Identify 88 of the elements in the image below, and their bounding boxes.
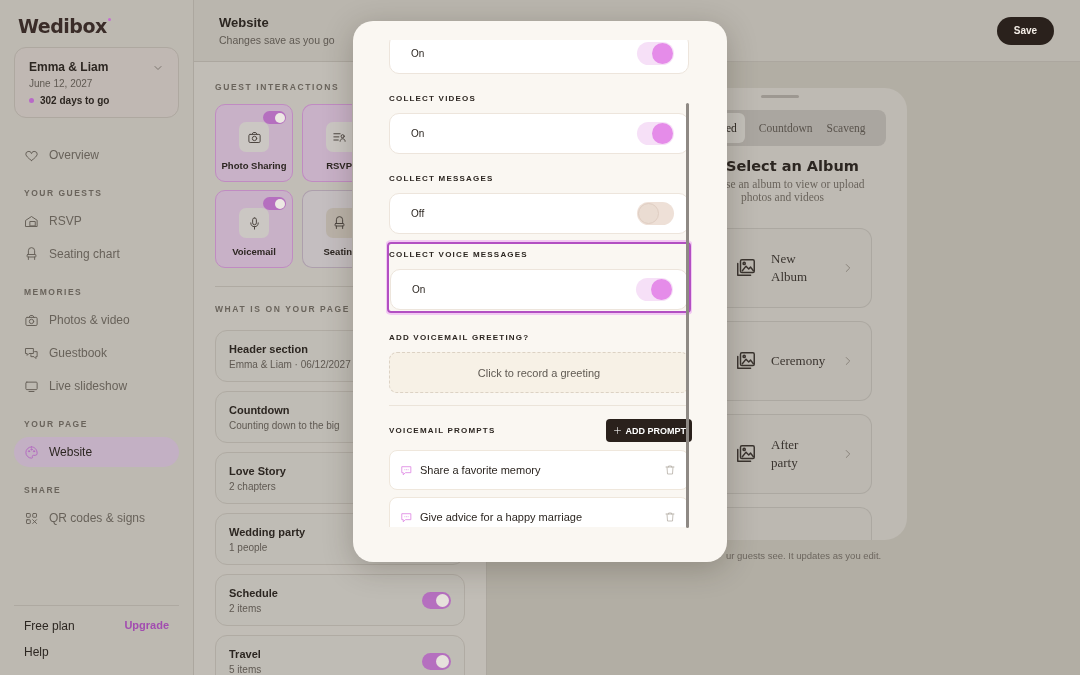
section-subtitle: 2 chapters xyxy=(229,480,277,492)
chat-icon xyxy=(24,345,39,361)
preview-caption: ur guests see. It updates as you edit. xyxy=(726,550,883,561)
save-button[interactable]: Save xyxy=(997,16,1054,45)
section-subtitle: Counting down to the big xyxy=(229,419,340,431)
section-heading: GUEST INTERACTIONS xyxy=(215,82,341,92)
add-prompt-button[interactable]: ADD PROMPT xyxy=(605,419,692,442)
setting-label: COLLECT VIDEOS xyxy=(389,94,478,103)
album-card[interactable]: Ceremony xyxy=(726,321,872,401)
trash-icon xyxy=(664,464,676,476)
nav-section-heading: YOUR GUESTS xyxy=(24,188,104,198)
section-title: Schedule xyxy=(229,586,278,599)
section-title: Travel xyxy=(229,647,262,660)
feature-tile[interactable]: Photo Sharing xyxy=(215,104,293,182)
event-card[interactable]: Emma & Liam June 12, 2027 302 days to go xyxy=(14,47,179,118)
nav-section-heading: MEMORIES xyxy=(24,287,84,297)
section-title: Header section xyxy=(229,342,309,355)
section-subtitle: 2 items xyxy=(229,602,263,614)
toggle-switch[interactable] xyxy=(422,652,451,670)
image-icon xyxy=(735,443,757,465)
toggle-switch[interactable] xyxy=(637,42,674,65)
setting-value: On xyxy=(411,48,425,59)
toggle-switch[interactable] xyxy=(263,111,286,124)
section-card[interactable]: Travel 5 items xyxy=(215,635,465,675)
palette-icon xyxy=(24,444,39,460)
qr-code-icon xyxy=(24,510,39,526)
couple-names: Emma & Liam xyxy=(29,60,109,74)
setting-label: COLLECT VOICE MESSAGES xyxy=(389,250,529,259)
section-subtitle: 1 people xyxy=(229,541,269,553)
drag-handle xyxy=(761,95,799,98)
album-name: Ceremony xyxy=(771,352,827,370)
prompt-item[interactable]: Give advice for a happy marriage xyxy=(389,497,689,527)
scrollbar[interactable] xyxy=(686,103,689,528)
setting-value: On xyxy=(412,284,426,295)
logo-dot-icon xyxy=(107,18,111,21)
help-link[interactable]: Help xyxy=(24,645,169,659)
setting-value: Off xyxy=(411,208,425,219)
nav-section-heading: SHARE xyxy=(24,485,63,495)
chair-icon xyxy=(331,215,347,231)
album-card[interactable]: New Album xyxy=(726,228,872,308)
countdown-text: 302 days to go xyxy=(40,95,110,106)
camera-icon xyxy=(24,312,39,328)
tile-label: Seatin xyxy=(323,246,352,257)
preview-title: Select an Album xyxy=(726,158,860,174)
toggle-switch[interactable] xyxy=(637,122,674,145)
toggle-switch[interactable] xyxy=(422,591,451,609)
tile-label: RSVP xyxy=(326,160,352,171)
chat-bubble-icon xyxy=(400,510,413,524)
plus-icon xyxy=(612,426,622,435)
image-icon xyxy=(735,350,757,372)
toggle-switch[interactable] xyxy=(637,202,674,225)
setting-value: On xyxy=(411,128,425,139)
trash-icon xyxy=(664,511,676,523)
image-icon xyxy=(735,257,757,279)
feature-tile[interactable]: Seatin xyxy=(302,190,352,268)
preview-subtitle: se an album to view or upload xyxy=(726,178,866,190)
monitor-icon xyxy=(24,378,39,394)
feature-tile[interactable]: Voicemail xyxy=(215,190,293,268)
section-title: Love Story xyxy=(229,464,286,477)
setting-label: COLLECT MESSAGES xyxy=(389,174,495,183)
album-card[interactable]: After party xyxy=(726,414,872,494)
page-subtitle: Changes save as you go xyxy=(219,34,335,46)
album-name: New Album xyxy=(771,250,809,286)
chair-icon xyxy=(24,246,39,262)
tile-label: Voicemail xyxy=(232,246,276,257)
section-subtitle: Emma & Liam · 06/12/2027 xyxy=(229,358,351,370)
prompt-item[interactable]: Share a favorite memory xyxy=(389,450,689,490)
chat-bubble-icon xyxy=(400,463,413,477)
record-greeting-button[interactable]: Click to record a greeting xyxy=(389,352,689,393)
logo: Wedibox xyxy=(18,15,107,37)
plan-label: Free plan xyxy=(24,619,75,633)
preview-subtitle: photos and videos xyxy=(741,191,826,203)
status-dot-icon xyxy=(29,98,34,103)
wedding-date: June 12, 2027 xyxy=(29,78,94,89)
album-name: After party xyxy=(771,436,800,472)
section-heading: WHAT IS ON YOUR PAGE xyxy=(215,304,351,314)
nav-section-heading: YOUR PAGE xyxy=(24,419,89,429)
nav-item[interactable]: Website xyxy=(14,437,179,467)
toggle-switch[interactable] xyxy=(263,197,286,210)
section-card[interactable]: Schedule 2 items xyxy=(215,574,465,626)
toggle-switch[interactable] xyxy=(636,278,673,301)
feature-tile[interactable]: RSVP xyxy=(302,104,352,182)
section-subtitle: 5 items xyxy=(229,663,262,675)
tile-label: Photo Sharing xyxy=(221,160,287,171)
camera-icon xyxy=(246,129,262,145)
page-title: Website xyxy=(219,15,270,30)
section-title: Wedding party xyxy=(229,525,306,538)
section-title: Countdown xyxy=(229,403,291,416)
